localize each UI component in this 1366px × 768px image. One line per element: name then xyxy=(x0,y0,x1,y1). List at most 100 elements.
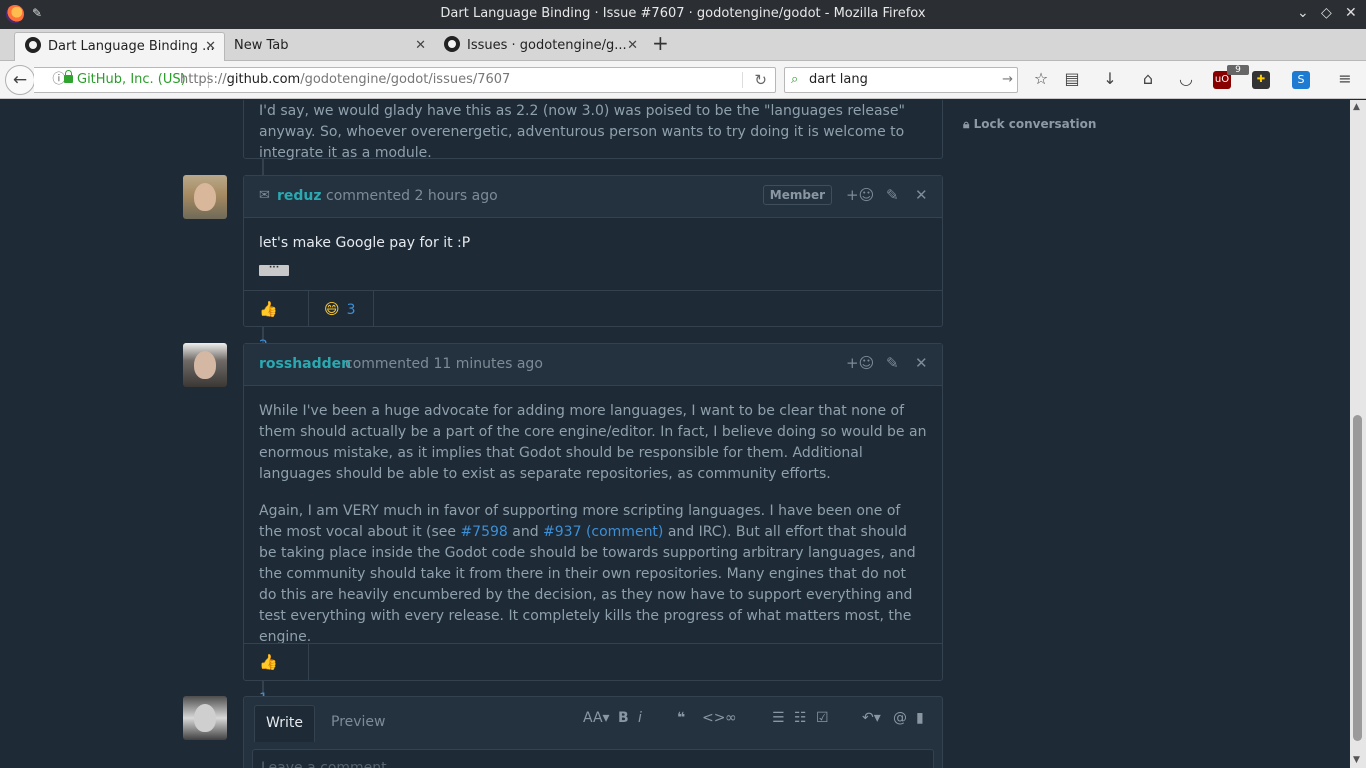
vertical-scrollbar[interactable]: ▲ ▼ xyxy=(1350,100,1366,768)
mention-icon[interactable]: @ xyxy=(893,710,907,726)
task-list-icon[interactable]: ☑ xyxy=(816,710,829,726)
code-icon[interactable]: <> xyxy=(702,710,725,726)
url-host: github.com xyxy=(226,72,301,87)
url-path: /godotengine/godot/issues/7607 xyxy=(300,72,511,87)
comment-previous: I'd say, we would glady have this as 2.2… xyxy=(243,100,943,161)
comment-body: let's make Google pay for it :P xyxy=(259,235,471,251)
comment-timestamp[interactable]: commented 2 hours ago xyxy=(326,188,498,204)
edit-icon[interactable]: ✎ xyxy=(886,186,899,204)
back-button[interactable]: ← xyxy=(5,65,35,95)
italic-icon[interactable]: i xyxy=(638,710,642,726)
search-field[interactable]: ⌕ dart lang → xyxy=(784,67,1018,93)
lock-icon xyxy=(64,70,73,83)
thumbs-up-icon: 👍 xyxy=(259,300,278,318)
delete-icon[interactable]: ✕ xyxy=(915,186,928,204)
comment-body: I'd say, we would glady have this as 2.2… xyxy=(259,103,905,161)
pocket-icon[interactable]: ◡ xyxy=(1175,69,1197,88)
lock-conversation-link[interactable]: 🔒︎ Lock conversation xyxy=(963,117,1096,132)
new-tab-button[interactable]: + xyxy=(652,31,669,55)
comment: ✉ reduz commented 2 hours ago Member +☺ … xyxy=(243,175,943,354)
url-bar[interactable]: ⓘ GitHub, Inc. (US) https://github.com/g… xyxy=(34,67,776,93)
scroll-down-icon[interactable]: ▼ xyxy=(1353,755,1360,765)
github-icon xyxy=(25,37,41,53)
issue-link[interactable]: #7598 xyxy=(460,524,507,540)
url-text[interactable]: https://github.com/godotengine/godot/iss… xyxy=(180,68,510,92)
scrollbar-thumb[interactable] xyxy=(1353,415,1362,741)
close-tab-icon[interactable]: ✕ xyxy=(627,32,638,60)
hidden-text-expander[interactable]: ··· xyxy=(259,264,289,276)
github-icon xyxy=(444,36,460,52)
scroll-up-icon[interactable]: ▲ xyxy=(1353,102,1360,112)
tab-dart-language-binding[interactable]: Dart Language Binding ... ✕ xyxy=(14,32,225,61)
bookmark-star-icon[interactable]: ☆ xyxy=(1030,69,1052,88)
comment-header: rosshadden commented 11 minutes ago +☺ ✎… xyxy=(244,344,942,386)
avatar[interactable] xyxy=(183,175,227,219)
thumbs-up-icon: 👍 xyxy=(259,653,278,671)
smile-icon: 😄 xyxy=(324,300,340,318)
mail-icon: ✉ xyxy=(259,188,270,203)
menu-icon[interactable]: ≡ xyxy=(1334,69,1356,88)
reactions-bar: 👍1 xyxy=(244,643,942,707)
navigation-bar: ← ⓘ GitHub, Inc. (US) https://github.com… xyxy=(0,61,1366,99)
comment-author[interactable]: rosshadden xyxy=(259,356,351,372)
comment-paragraph: While I've been a huge advocate for addi… xyxy=(259,403,927,482)
saved-reply-icon[interactable]: ▮ xyxy=(916,710,924,726)
numbered-list-icon[interactable]: ☷ xyxy=(794,710,807,726)
bold-icon[interactable]: B xyxy=(618,710,629,726)
reload-divider xyxy=(742,72,743,88)
tab-label: Issues · godotengine/g... xyxy=(467,38,627,53)
home-icon[interactable]: ⌂ xyxy=(1137,69,1159,88)
text-size-icon[interactable]: AA▾ xyxy=(583,710,610,726)
link-icon[interactable]: ∞ xyxy=(725,710,737,726)
edit-icon[interactable]: ✎ xyxy=(886,354,899,372)
close-tab-icon[interactable]: ✕ xyxy=(415,32,426,60)
window-title: Dart Language Binding · Issue #7607 · go… xyxy=(440,6,926,21)
reaction-thumbs-up[interactable]: 👍1 xyxy=(244,644,309,707)
write-tab[interactable]: Write xyxy=(254,705,315,742)
url-prefix: https:// xyxy=(180,72,227,87)
window-titlebar: ✎ Dart Language Binding · Issue #7607 · … xyxy=(0,0,1366,29)
comment-textarea[interactable]: Leave a comment xyxy=(252,749,934,768)
site-identity[interactable]: GitHub, Inc. (US) xyxy=(77,68,186,92)
downloads-icon[interactable]: ↓ xyxy=(1099,69,1121,88)
search-value: dart lang xyxy=(809,72,868,87)
preview-tab[interactable]: Preview xyxy=(320,705,397,742)
reload-icon[interactable]: ↻ xyxy=(754,68,767,92)
tab-issues[interactable]: Issues · godotengine/g... ✕ xyxy=(434,32,646,61)
reactions-bar: 👍2 😄3 xyxy=(244,290,942,354)
text-segment: and xyxy=(507,524,544,540)
reader-list-icon[interactable]: ▤ xyxy=(1061,69,1083,88)
comment-link[interactable]: #937 (comment) xyxy=(543,524,663,540)
close-window-icon[interactable]: ✕ xyxy=(1345,5,1357,21)
add-reaction-icon[interactable]: +☺ xyxy=(846,186,874,204)
avatar[interactable] xyxy=(183,343,227,387)
comment: rosshadden commented 11 minutes ago +☺ ✎… xyxy=(243,343,943,707)
minimize-icon[interactable]: ⌄ xyxy=(1297,5,1309,21)
comment-paragraph: Again, I am VERY much in favor of suppor… xyxy=(259,501,927,648)
comment-timestamp[interactable]: commented 11 minutes ago xyxy=(345,356,543,372)
skype-icon[interactable]: S xyxy=(1292,71,1310,89)
close-tab-icon[interactable]: ✕ xyxy=(205,33,216,61)
extension-icon[interactable]: ✚ xyxy=(1252,71,1270,89)
comment-author[interactable]: reduz xyxy=(277,188,322,204)
page-content: I'd say, we would glady have this as 2.2… xyxy=(0,100,1350,768)
comment-editor: Write Preview AA▾ B i ❝ <> ∞ ☰ ☷ ☑ ↶▾ @ … xyxy=(243,696,943,768)
bullet-list-icon[interactable]: ☰ xyxy=(772,710,785,726)
lock-conversation-label: Lock conversation xyxy=(973,117,1097,131)
delete-icon[interactable]: ✕ xyxy=(915,354,928,372)
tab-new-tab[interactable]: New Tab ✕ xyxy=(224,32,434,61)
maximize-icon[interactable]: ◇ xyxy=(1321,5,1332,21)
reply-icon[interactable]: ↶▾ xyxy=(862,710,881,726)
reaction-thumbs-up[interactable]: 👍2 xyxy=(244,291,309,354)
quote-icon[interactable]: ❝ xyxy=(677,710,685,726)
add-reaction-icon[interactable]: +☺ xyxy=(846,354,874,372)
info-icon[interactable]: ⓘ xyxy=(40,68,65,92)
search-go-icon[interactable]: → xyxy=(1002,68,1013,92)
search-engine-icon[interactable]: ⌕ xyxy=(791,68,798,92)
ublock-badge: 9 xyxy=(1227,65,1249,75)
text-segment: and IRC). But all effort that should be … xyxy=(259,524,916,645)
reaction-smile[interactable]: 😄 3 xyxy=(309,291,374,327)
comment-header: ✉ reduz commented 2 hours ago Member +☺ … xyxy=(244,176,942,218)
avatar xyxy=(183,696,227,740)
tab-strip: Dart Language Binding ... ✕ New Tab ✕ Is… xyxy=(0,29,1366,61)
